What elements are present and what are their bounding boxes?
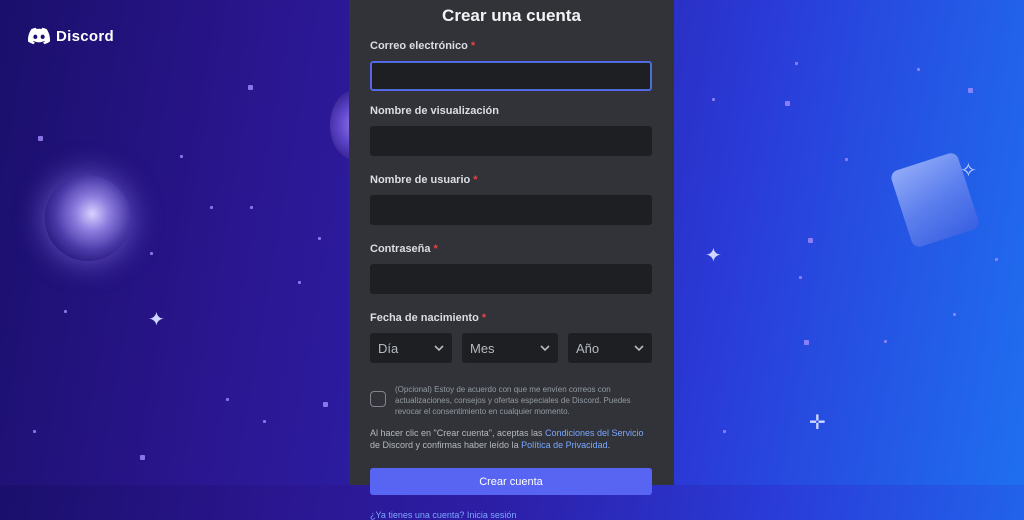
star-decoration [33, 430, 36, 433]
star-decoration [785, 101, 790, 106]
password-group: Contraseña * [370, 243, 653, 294]
chevron-down-icon [540, 344, 550, 351]
create-account-button[interactable]: Crear cuenta [370, 468, 652, 495]
star-decoration [799, 276, 802, 279]
sparkle-icon: ✧ [960, 158, 977, 182]
star-decoration [884, 340, 887, 343]
display-name-label: Nombre de visualización [370, 105, 499, 117]
sparkle-icon: ✛ [809, 410, 826, 434]
star-decoration [318, 237, 321, 240]
star-decoration [64, 310, 67, 313]
birthdate-label: Fecha de nacimiento * [370, 312, 653, 326]
discord-logo[interactable]: Discord [28, 27, 114, 45]
month-select[interactable]: Mes [462, 333, 558, 363]
year-select-value: Año [576, 340, 600, 356]
login-row: ¿Ya tienes una cuenta? Inicia sesión [370, 510, 653, 520]
chevron-down-icon [434, 344, 444, 351]
star-decoration [298, 281, 301, 284]
terms-prefix: Al hacer clic en "Crear cuenta", aceptas… [370, 428, 545, 438]
password-label: Contraseña * [370, 243, 653, 257]
username-label: Nombre de usuario * [370, 174, 653, 188]
username-group: Nombre de usuario * [370, 174, 653, 225]
email-field[interactable] [370, 61, 652, 91]
brand-name: Discord [56, 27, 114, 45]
star-decoration [953, 313, 956, 316]
star-decoration [845, 158, 848, 161]
star-decoration [150, 252, 153, 255]
star-decoration [804, 340, 809, 345]
required-asterisk: * [470, 40, 476, 52]
star-decoration [263, 420, 266, 423]
email-group: Correo electrónico * [370, 40, 653, 91]
sparkle-icon: ✦ [705, 243, 722, 267]
terms-text: Al hacer clic en "Crear cuenta", aceptas… [370, 427, 653, 451]
discord-logo-icon [28, 27, 50, 45]
display-name-field[interactable] [370, 126, 652, 156]
marketing-optin: (Opcional) Estoy de acuerdo con que me e… [370, 384, 653, 417]
day-select[interactable]: Día [370, 333, 452, 363]
birthdate-label-text: Fecha de nacimiento [370, 312, 479, 324]
display-name-group: Nombre de visualización [370, 105, 653, 156]
email-label: Correo electrónico * [370, 40, 653, 54]
star-decoration [968, 88, 973, 93]
star-decoration [323, 402, 328, 407]
star-decoration [38, 136, 43, 141]
star-decoration [712, 98, 715, 101]
required-asterisk: * [433, 243, 438, 255]
email-label-text: Correo electrónico [370, 40, 468, 52]
required-asterisk: * [481, 312, 487, 324]
marketing-checkbox[interactable] [370, 391, 386, 407]
star-decoration [250, 206, 253, 209]
page-title: Crear una cuenta [442, 6, 581, 25]
privacy-policy-link[interactable]: Política de Privacidad [521, 440, 608, 450]
star-decoration [180, 155, 183, 158]
username-field[interactable] [370, 195, 652, 225]
orb-decoration [45, 175, 131, 261]
star-decoration [210, 206, 213, 209]
password-field[interactable] [370, 264, 652, 294]
star-decoration [795, 62, 798, 65]
star-decoration [248, 85, 253, 90]
username-label-text: Nombre de usuario [370, 174, 471, 186]
terms-suffix: . [607, 440, 611, 450]
star-decoration [808, 238, 813, 243]
terms-middle: de Discord y confirmas haber leído la [370, 440, 522, 450]
star-decoration [917, 68, 920, 71]
login-link[interactable]: ¿Ya tienes una cuenta? Inicia sesión [370, 510, 516, 520]
birthdate-group: Fecha de nacimiento * Día Mes Año [370, 312, 653, 363]
year-select[interactable]: Año [568, 333, 652, 363]
day-select-value: Día [378, 340, 399, 356]
terms-of-service-link[interactable]: Condiciones del Servicio [545, 428, 644, 438]
password-label-text: Contraseña [370, 243, 431, 255]
star-decoration [723, 430, 726, 433]
star-decoration [140, 455, 145, 460]
month-select-value: Mes [470, 340, 495, 356]
birthdate-selects: Día Mes Año [370, 333, 653, 363]
star-decoration [995, 258, 998, 261]
required-asterisk: * [473, 174, 478, 186]
star-decoration [226, 398, 229, 401]
optin-text: (Opcional) Estoy de acuerdo con que me e… [395, 385, 631, 416]
sparkle-icon: ✦ [148, 307, 165, 331]
chevron-down-icon [634, 344, 644, 351]
register-card: Crear una cuenta Correo electrónico * Nom… [349, 0, 674, 520]
